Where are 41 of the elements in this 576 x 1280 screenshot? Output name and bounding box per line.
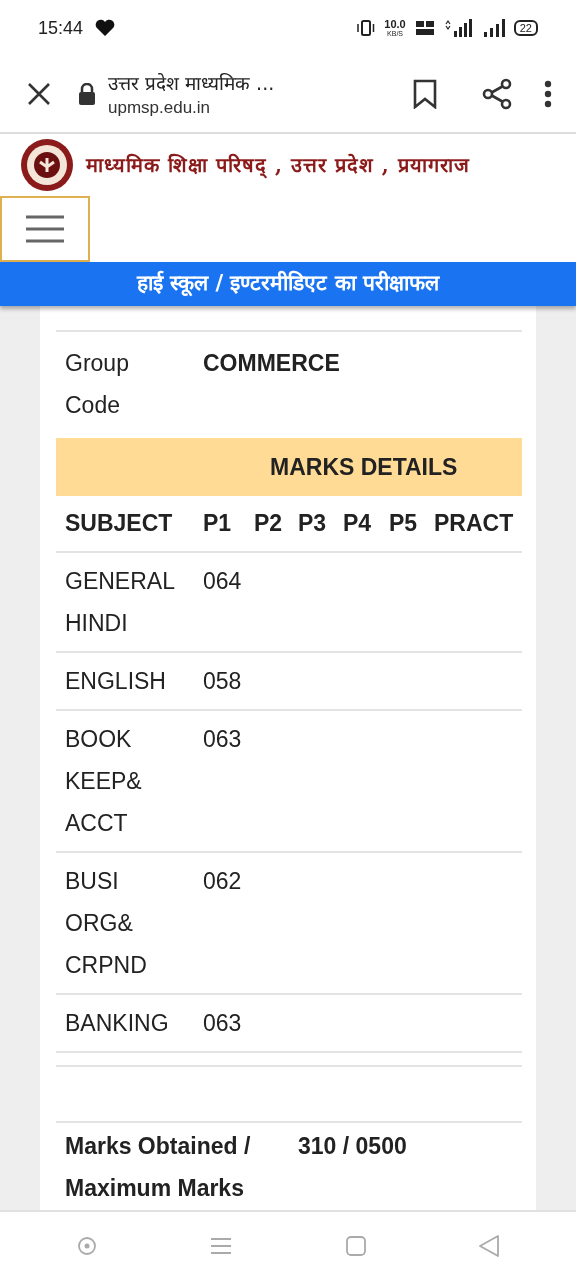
subject-cell-text: BUSI ORG& CRPND	[64, 867, 148, 980]
marks-cell-text: 062	[203, 867, 243, 896]
page-url: upmsp.edu.in	[108, 97, 212, 119]
emblem-icon	[20, 138, 74, 192]
marks-cell-text: 063	[203, 725, 243, 754]
subject-cell-text: ENGLISH	[64, 667, 167, 696]
marks-cell-text: 058	[203, 667, 243, 696]
bookmark-icon	[413, 79, 437, 109]
column-header: P1	[203, 509, 233, 539]
network-speed: 10.0	[384, 19, 406, 30]
vibrate-icon	[357, 20, 376, 36]
more-icon	[544, 80, 552, 108]
close-icon	[27, 82, 51, 106]
site-title: माध्यमिक शिक्षा परिषद् , उत्तर प्रदेश , प्रयागराज	[86, 152, 470, 180]
marks-cell-text: 064	[203, 567, 243, 596]
lock-icon	[78, 83, 96, 105]
column-header: PRACT	[434, 509, 515, 539]
signal-icon	[482, 19, 505, 37]
total-label: Marks Obtained / Maximum Marks	[64, 1132, 252, 1203]
column-header: P4	[343, 509, 373, 539]
subject-cell-text: BOOK KEEP& ACCT	[64, 725, 143, 838]
page-title: उत्तर प्रदेश माध्यमिक ...	[108, 71, 276, 96]
field-value: COMMERCE	[203, 349, 341, 378]
heart-icon	[95, 19, 116, 37]
battery-level: 22	[513, 20, 538, 36]
clock-time: 15:44	[38, 16, 84, 40]
section-title: MARKS DETAILS	[270, 452, 458, 482]
menu-icon	[25, 214, 65, 244]
subject-cell-text: BANKING	[64, 1009, 170, 1038]
share-icon	[481, 78, 513, 110]
signal-icon	[443, 19, 474, 37]
banner-title: हाई स्कूल / इण्टरमीडिएट का परीक्षाफल	[136, 269, 440, 298]
menu-button[interactable]	[0, 196, 90, 262]
total-value: 310 / 0500	[298, 1132, 408, 1161]
column-header: P3	[298, 509, 328, 539]
field-label: Group Code	[64, 349, 130, 420]
column-header: P5	[389, 509, 419, 539]
marks-cell-text: 063	[203, 1009, 243, 1038]
column-header: SUBJECT	[64, 509, 174, 539]
subject-cell-text: GENERAL HINDI	[64, 567, 176, 638]
column-header: P2	[254, 509, 284, 539]
